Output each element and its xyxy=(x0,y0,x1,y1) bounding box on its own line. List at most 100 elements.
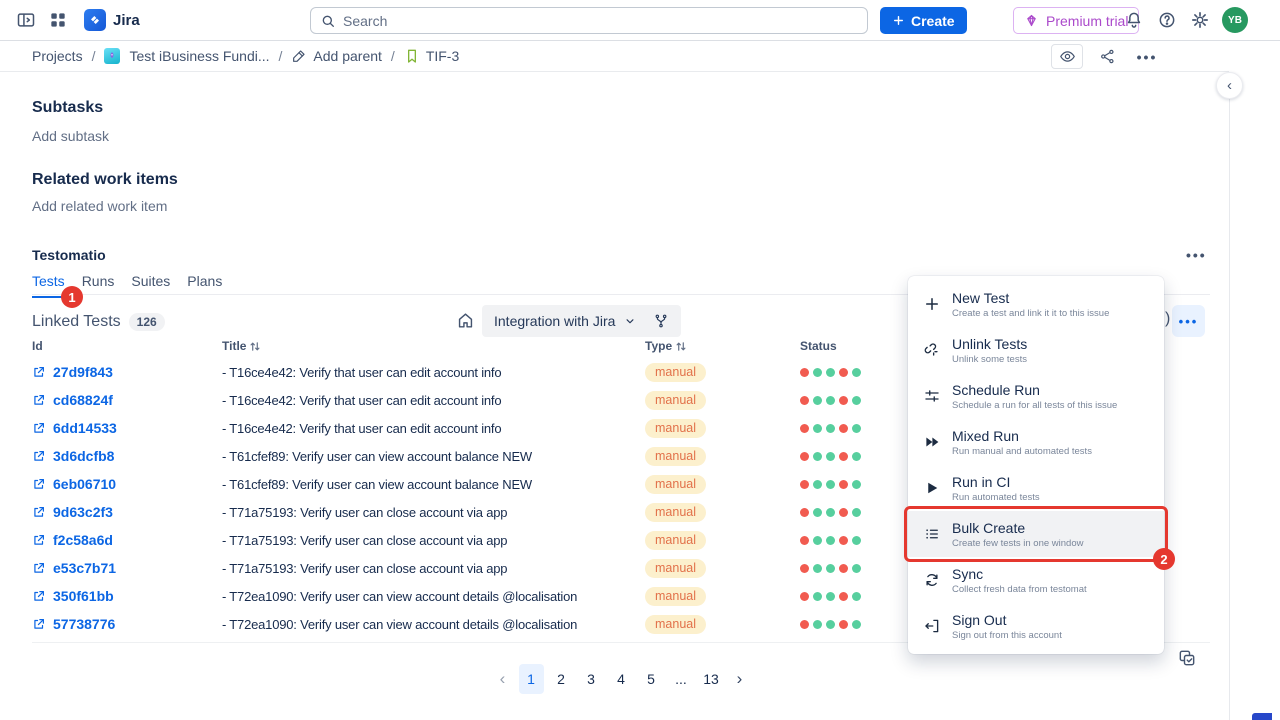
search-input[interactable] xyxy=(311,8,867,33)
notifications-bell-icon[interactable] xyxy=(1124,10,1144,30)
breadcrumb-projects[interactable]: Projects xyxy=(32,48,83,64)
type-badge: manual xyxy=(645,615,706,634)
menu-item-bulk-create[interactable]: Bulk CreateCreate few tests in one windo… xyxy=(908,511,1164,557)
status-dot-green xyxy=(852,564,861,573)
test-id-link[interactable]: e53c7b71 xyxy=(32,560,222,576)
menu-item-title: Schedule Run xyxy=(952,382,1117,398)
external-link-icon xyxy=(32,533,46,547)
status-dot-green xyxy=(826,508,835,517)
test-id-link[interactable]: 57738776 xyxy=(32,616,222,632)
menu-item-subtitle: Create a test and link it it to this iss… xyxy=(952,308,1109,319)
external-link-icon xyxy=(32,365,46,379)
home-icon[interactable] xyxy=(456,311,475,330)
app-switcher-icon[interactable] xyxy=(48,10,68,30)
test-type-cell: manual xyxy=(645,391,800,410)
share-icon[interactable] xyxy=(1091,44,1123,69)
menu-item-title: Sync xyxy=(952,566,1087,582)
diamond-icon xyxy=(1024,13,1039,28)
pagination-prev[interactable]: ‹ xyxy=(492,664,514,694)
test-title: - T72ea1090: Verify user can view accoun… xyxy=(222,589,645,604)
menu-item-mixed-run[interactable]: Mixed RunRun manual and automated tests xyxy=(908,419,1164,465)
test-title: - T72ea1090: Verify user can view accoun… xyxy=(222,617,645,632)
test-id-link[interactable]: 3d6dcfb8 xyxy=(32,448,222,464)
mixed-run-icon xyxy=(920,433,944,451)
test-id-link[interactable]: 27d9f843 xyxy=(32,364,222,380)
watch-eye-icon[interactable] xyxy=(1051,44,1083,69)
settings-gear-icon[interactable] xyxy=(1190,10,1210,30)
right-rail-divider xyxy=(1229,72,1230,720)
branch-icon[interactable] xyxy=(653,313,669,329)
multi-select-checklist-icon[interactable] xyxy=(1177,648,1197,668)
test-id-link[interactable]: 6dd14533 xyxy=(32,420,222,436)
jira-logo[interactable] xyxy=(84,9,106,31)
status-dot-red xyxy=(800,564,809,573)
test-title: - T61cfef89: Verify user can view accoun… xyxy=(222,477,645,492)
test-id-link[interactable]: 9d63c2f3 xyxy=(32,504,222,520)
menu-item-run-in-ci[interactable]: Run in CIRun automated tests xyxy=(908,465,1164,511)
schedule-icon xyxy=(920,387,944,405)
pagination-page-5[interactable]: 5 xyxy=(639,664,664,694)
pagination-page-2[interactable]: 2 xyxy=(549,664,574,694)
column-header-type[interactable]: Type xyxy=(645,339,800,353)
tests-actions-menu-button[interactable]: ••• xyxy=(1172,305,1205,337)
add-related-work-item-button[interactable]: Add related work item xyxy=(32,198,167,214)
help-icon[interactable] xyxy=(1157,10,1177,30)
type-badge: manual xyxy=(645,559,706,578)
status-dot-red xyxy=(800,592,809,601)
external-link-icon xyxy=(32,589,46,603)
menu-item-schedule-run[interactable]: Schedule RunSchedule a run for all tests… xyxy=(908,373,1164,419)
test-id-link[interactable]: 6eb06710 xyxy=(32,476,222,492)
status-dot-green xyxy=(813,452,822,461)
menu-item-subtitle: Collect fresh data from testomat xyxy=(952,584,1087,595)
menu-item-sign-out[interactable]: Sign OutSign out from this account xyxy=(908,603,1164,649)
create-button[interactable]: Create xyxy=(880,7,967,34)
status-dot-red xyxy=(800,508,809,517)
menu-item-unlink-tests[interactable]: Unlink TestsUnlink some tests xyxy=(908,327,1164,373)
premium-trial-button[interactable]: Premium trial xyxy=(1013,7,1139,34)
type-badge: manual xyxy=(645,419,706,438)
pagination-page-1[interactable]: 1 xyxy=(519,664,544,694)
column-header-title[interactable]: Title xyxy=(222,339,645,353)
status-dot-red xyxy=(839,564,848,573)
type-badge: manual xyxy=(645,475,706,494)
testomatio-more-button[interactable]: ••• xyxy=(1186,247,1207,263)
menu-item-sync[interactable]: Sync Collect fresh data from testomat xyxy=(908,557,1164,603)
pagination-page-4[interactable]: 4 xyxy=(609,664,634,694)
type-badge: manual xyxy=(645,531,706,550)
linked-tests-label: Linked Tests xyxy=(32,313,121,331)
test-type-cell: manual xyxy=(645,615,800,634)
breadcrumb-project-name[interactable]: Test iBusiness Fundi... xyxy=(129,48,269,64)
status-dot-green xyxy=(813,536,822,545)
status-dot-green xyxy=(826,480,835,489)
tests-actions-menu: New TestCreate a test and link it it to … xyxy=(908,276,1164,654)
user-avatar[interactable]: YB xyxy=(1222,7,1248,33)
type-badge: manual xyxy=(645,587,706,606)
sidebar-toggle-icon[interactable] xyxy=(16,10,36,30)
test-id-link[interactable]: f2c58a6d xyxy=(32,532,222,548)
collapse-panel-button[interactable]: ‹ xyxy=(1216,72,1243,99)
bookmark-icon xyxy=(404,48,420,64)
status-dot-red xyxy=(839,480,848,489)
testomatio-heading: Testomatio xyxy=(32,247,106,263)
status-dot-green xyxy=(852,424,861,433)
menu-item-subtitle: Unlink some tests xyxy=(952,354,1027,365)
pagination-page-3[interactable]: 3 xyxy=(579,664,604,694)
test-type-cell: manual xyxy=(645,503,800,522)
type-badge: manual xyxy=(645,363,706,382)
test-id-link[interactable]: cd68824f xyxy=(32,392,222,408)
pagination-page-13[interactable]: 13 xyxy=(699,664,724,694)
status-dot-green xyxy=(852,620,861,629)
menu-item-new-test[interactable]: New TestCreate a test and link it it to … xyxy=(908,281,1164,327)
add-subtask-button[interactable]: Add subtask xyxy=(32,128,109,144)
add-parent-button[interactable]: Add parent xyxy=(291,48,382,64)
breadcrumb: Projects / Test iBusiness Fundi... / Add… xyxy=(32,41,459,71)
test-id-link[interactable]: 350f61bb xyxy=(32,588,222,604)
issue-more-actions-button[interactable]: ••• xyxy=(1131,44,1163,69)
menu-item-title: Mixed Run xyxy=(952,428,1092,444)
annotation-step-1: 1 xyxy=(61,286,83,308)
pagination-next[interactable]: › xyxy=(729,664,751,694)
branch-filter-dropdown[interactable]: Integration with Jira xyxy=(482,305,681,337)
external-link-icon xyxy=(32,505,46,519)
pagination: ‹12345...13› xyxy=(32,664,1210,694)
issue-key[interactable]: TIF-3 xyxy=(404,48,459,64)
